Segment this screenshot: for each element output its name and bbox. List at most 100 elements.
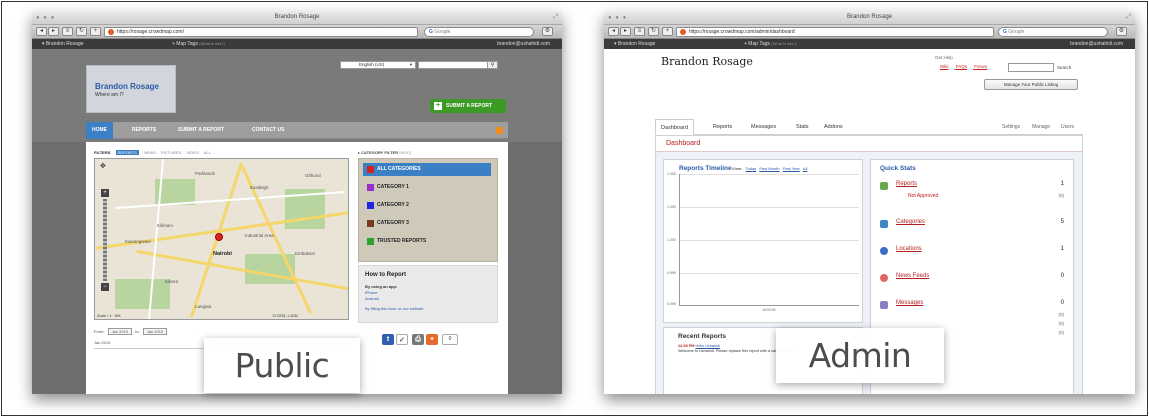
settings-gear-icon[interactable]: ⚙ — [542, 27, 553, 36]
reload-icon[interactable]: ↻ — [648, 27, 659, 36]
mapbar-email[interactable]: brandon@ushahidi.com — [497, 39, 550, 49]
y-tick: 1.000 — [667, 172, 676, 176]
print-icon[interactable]: ⎙ — [412, 334, 424, 345]
add-bookmark-button[interactable]: + — [662, 27, 673, 36]
stat-label[interactable]: News Feeds — [896, 273, 929, 279]
back-button[interactable]: ◂ — [36, 27, 47, 36]
map-tags-link[interactable]: + Map Tags (What is this?) — [172, 39, 225, 49]
tab-settings[interactable]: Settings — [1002, 124, 1020, 130]
bookmarks-icon[interactable]: ≡ — [62, 27, 73, 36]
range-past-year[interactable]: Past Year — [783, 166, 800, 171]
zoom-control[interactable]: + − — [101, 189, 110, 299]
filter-all[interactable]: ALL — [204, 150, 211, 155]
tab-addons[interactable]: Addons — [824, 124, 843, 130]
zoom-in-icon[interactable]: + — [101, 189, 109, 197]
stat-label[interactable]: Reports — [896, 181, 917, 187]
map-label: Embakasi — [295, 251, 315, 256]
tab-dashboard[interactable]: Dashboard — [655, 119, 694, 135]
recent-report-link[interactable]: Hello Ushahidi — [696, 344, 720, 348]
range-today[interactable]: Today — [746, 166, 757, 171]
tab-manage[interactable]: Manage — [1032, 124, 1050, 130]
tab-users[interactable]: Users — [1061, 124, 1074, 130]
report-marker-icon[interactable] — [215, 233, 223, 241]
settings-gear-icon[interactable]: ⚙ — [1116, 27, 1127, 36]
zoom-out-icon[interactable]: − — [101, 283, 109, 291]
bookmarks-icon[interactable]: ≡ — [634, 27, 645, 36]
reports-map[interactable]: Eastleigh Parklands Githurai Embakasi Ka… — [94, 158, 349, 320]
forum-link[interactable]: Forum — [974, 64, 987, 69]
tab-stats[interactable]: Stats — [796, 124, 809, 130]
category-trusted[interactable]: TRUSTED REPORTS — [363, 235, 491, 248]
admin-search-input[interactable] — [1008, 63, 1054, 72]
gridline — [680, 174, 859, 175]
timeline-view: View: Today Past Month Past Year All — [732, 166, 807, 171]
zoom-slider[interactable] — [103, 199, 107, 281]
recent-reports-title: Recent Reports — [678, 333, 727, 340]
map-tags-text: + Map Tags — [744, 41, 770, 47]
manage-public-listing-button[interactable]: Manage Your Public Listing — [984, 79, 1078, 90]
timeline-from-select[interactable]: Jan 2010 — [107, 328, 133, 335]
search-icon[interactable]: ⚲ — [487, 61, 498, 69]
android-link[interactable]: Android — [365, 296, 379, 301]
filter-reports[interactable]: REPORTS — [115, 150, 139, 155]
forward-button[interactable]: ▸ — [620, 27, 631, 36]
address-bar[interactable]: https://rosage.crowdmap.com/ — [104, 27, 418, 37]
address-bar[interactable]: https://rosage.crowdmap.com/admin/dashbo… — [676, 27, 994, 37]
category-filter-hide[interactable]: [HIDE] — [399, 150, 411, 155]
form-link[interactable]: By filling this form on our website. — [365, 306, 425, 311]
map-tags-link[interactable]: + Map Tags (What is this?) — [744, 39, 797, 49]
tab-messages[interactable]: Messages — [751, 124, 776, 130]
admin-label: Admin — [776, 328, 944, 383]
nav-submit-report[interactable]: SUBMIT A REPORT — [178, 122, 224, 139]
timeline-view-label: View: — [732, 166, 743, 171]
rss-icon[interactable] — [496, 127, 503, 134]
google-search-box[interactable]: G Google — [998, 27, 1108, 37]
stat-label[interactable]: Locations — [896, 246, 922, 252]
mapbar-user[interactable]: ▾ Brandon Rosage — [614, 39, 655, 49]
add-bookmark-button[interactable]: + — [90, 27, 101, 36]
share-plus-icon[interactable]: + — [426, 334, 438, 345]
faqs-link[interactable]: FAQs — [956, 64, 967, 69]
language-select[interactable]: English (US) ▾ — [340, 61, 416, 69]
category-1[interactable]: CATEGORY 1 — [363, 181, 491, 194]
stat-label[interactable]: Messages — [896, 300, 923, 306]
x-tick: 16:00:00 — [762, 308, 776, 312]
site-search-input[interactable] — [418, 61, 498, 69]
favicon-icon — [680, 29, 686, 35]
stat-value: 5 — [1060, 219, 1064, 225]
pan-control-icon[interactable]: ✥ — [100, 162, 106, 170]
not-approved-label[interactable]: Not Approved — [908, 193, 938, 199]
filter-video[interactable]: VIDEO — [186, 150, 198, 155]
timeline-to-select[interactable]: Jan 2010 — [142, 328, 168, 335]
stat-reports: Reports 1 — [880, 181, 1068, 191]
range-all[interactable]: All — [803, 166, 807, 171]
timeline-title: Reports Timeline — [679, 165, 732, 172]
google-search-box[interactable]: G Google — [424, 27, 534, 37]
nav-home[interactable]: HOME — [86, 122, 113, 139]
reload-icon[interactable]: ↻ — [76, 27, 87, 36]
filter-pictures[interactable]: PICTURES — [161, 150, 181, 155]
site-name[interactable]: Brandon Rosage — [95, 82, 159, 91]
forward-button[interactable]: ▸ — [48, 27, 59, 36]
mapbar-user[interactable]: ▾ Brandon Rosage — [42, 39, 83, 49]
nav-reports[interactable]: REPORTS — [132, 122, 156, 139]
resize-icon[interactable]: ⤢ — [1126, 14, 1131, 21]
filter-news[interactable]: NEWS — [144, 150, 156, 155]
category-swatch-icon — [367, 184, 374, 191]
stat-label[interactable]: Categories — [896, 219, 925, 225]
check-icon[interactable]: ✓ — [396, 334, 408, 345]
iphone-link[interactable]: iPhone — [365, 290, 377, 295]
mapbar-email[interactable]: brandon@ushahidi.com — [1070, 39, 1123, 49]
nav-contact-us[interactable]: CONTACT US — [252, 122, 284, 139]
tab-reports[interactable]: Reports — [713, 124, 732, 130]
range-past-month[interactable]: Past Month — [759, 166, 779, 171]
resize-icon[interactable]: ⤢ — [553, 14, 558, 21]
back-button[interactable]: ◂ — [608, 27, 619, 36]
admin-search-button[interactable]: Search — [1057, 63, 1071, 72]
wiki-link[interactable]: Wiki — [940, 64, 949, 69]
twitter-icon[interactable]: t — [382, 334, 394, 345]
category-2[interactable]: CATEGORY 2 — [363, 199, 491, 212]
category-all[interactable]: ALL CATEGORIES — [363, 163, 491, 176]
category-3[interactable]: CATEGORY 3 — [363, 217, 491, 230]
submit-report-button[interactable]: + SUBMIT A REPORT — [430, 99, 506, 113]
